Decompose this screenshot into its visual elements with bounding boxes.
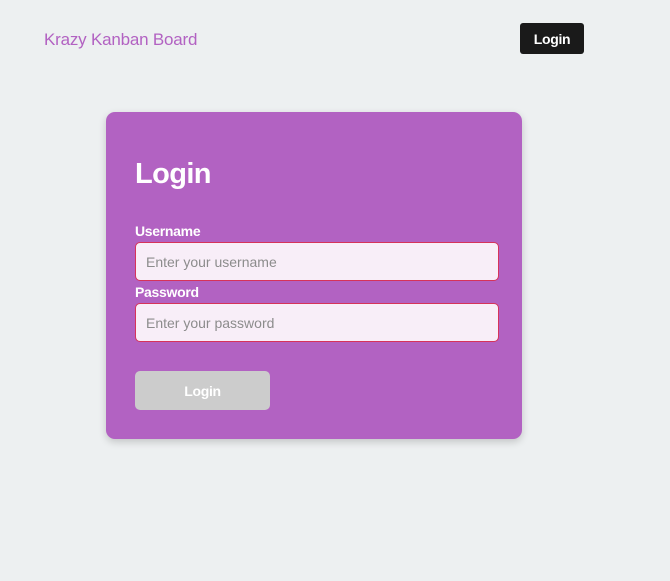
password-input[interactable] xyxy=(135,303,499,342)
username-label: Username xyxy=(135,223,201,239)
login-submit-button[interactable]: Login xyxy=(135,371,270,410)
brand-link[interactable]: Krazy Kanban Board xyxy=(44,30,197,50)
username-input[interactable] xyxy=(135,242,499,281)
login-card: Login Username Password Login xyxy=(106,112,522,439)
password-label: Password xyxy=(135,284,199,300)
login-title: Login xyxy=(135,158,212,190)
header-login-button[interactable]: Login xyxy=(520,23,584,54)
